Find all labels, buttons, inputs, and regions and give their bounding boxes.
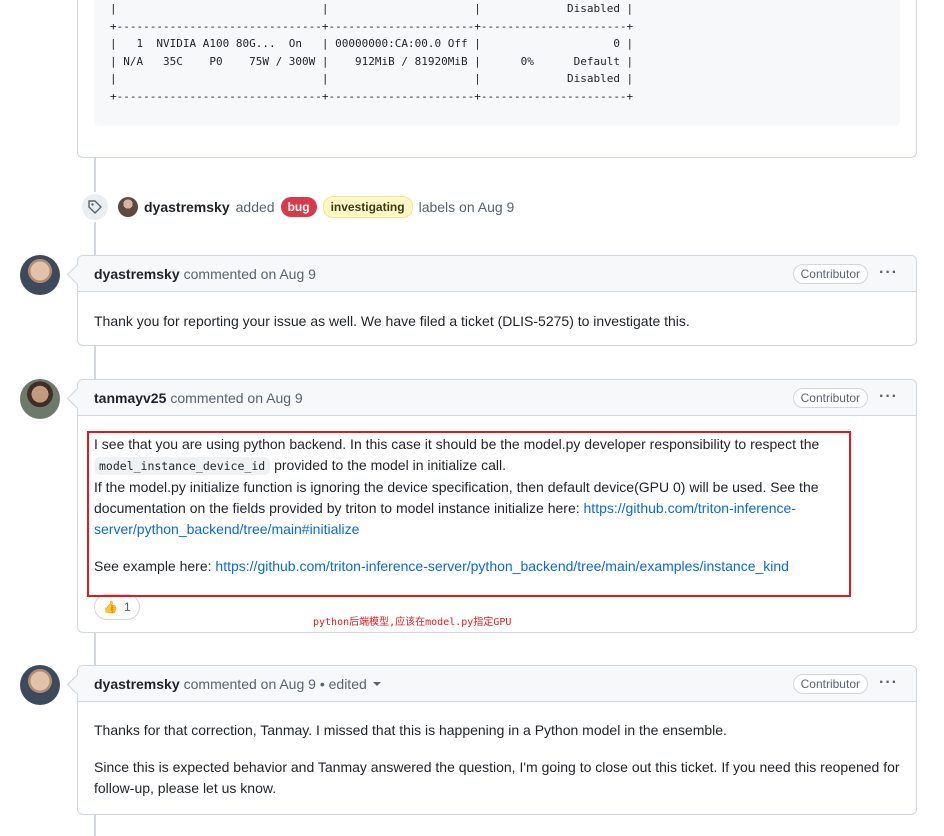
comment-header: dyastremsky commented on Aug 9 Contribut…	[78, 256, 916, 292]
comment-text: Thanks for that correction, Tanmay. I mi…	[94, 722, 727, 738]
thumbs-up-reaction-button[interactable]: 👍 1	[94, 594, 140, 620]
timeline-line	[94, 632, 96, 666]
kebab-menu-icon[interactable]: ···	[879, 672, 898, 694]
avatar[interactable]	[20, 255, 60, 295]
comment-author-link[interactable]: tanmayv25	[94, 390, 166, 406]
contributor-badge: Contributor	[792, 674, 868, 694]
event-action: added	[235, 199, 275, 215]
kebab-menu-icon[interactable]: ···	[879, 386, 898, 408]
comment-text: Since this is expected behavior and Tanm…	[94, 759, 900, 796]
comment-text: Thank you for reporting your issue as we…	[94, 313, 690, 329]
comment-header: tanmayv25 commented on Aug 9 Contributor…	[78, 380, 916, 416]
comment: dyastremsky commented on Aug 9 • edited …	[77, 665, 917, 815]
event-author-link[interactable]: dyastremsky	[144, 199, 230, 215]
comment-author-link[interactable]: dyastremsky	[94, 676, 180, 692]
avatar[interactable]	[20, 665, 60, 705]
highlight-box	[87, 431, 851, 597]
label-investigating[interactable]: investigating	[322, 196, 413, 218]
code-block: | | | Disabled | +----------------------…	[94, 0, 900, 126]
kebab-menu-icon[interactable]: ···	[879, 262, 898, 284]
timeline-line	[94, 814, 96, 836]
contributor-badge: Contributor	[792, 264, 868, 284]
event-suffix: labels on Aug 9	[418, 199, 515, 215]
comment-body: Thanks for that correction, Tanmay. I mi…	[78, 702, 916, 815]
label-bug[interactable]: bug	[280, 197, 317, 217]
issue-body-card: | | | Disabled | +----------------------…	[77, 0, 917, 158]
comment-body: Thank you for reporting your issue as we…	[78, 292, 916, 348]
annotation-text: python后端模型,应该在model.py指定GPU	[313, 617, 512, 628]
code-block-content: | | | Disabled | +----------------------…	[110, 2, 634, 103]
comment-timestamp[interactable]: commented on Aug 9	[184, 266, 316, 282]
avatar[interactable]	[20, 379, 60, 419]
chevron-down-icon[interactable]	[372, 681, 381, 686]
contributor-badge: Contributor	[792, 388, 868, 408]
reaction-count: 1	[123, 600, 131, 614]
thumbs-up-icon: 👍	[103, 600, 118, 614]
timeline-line	[94, 345, 96, 380]
comment-timestamp[interactable]: commented on Aug 9 • edited	[184, 676, 367, 692]
comment-author-link[interactable]: dyastremsky	[94, 266, 180, 282]
comment-header: dyastremsky commented on Aug 9 • edited …	[78, 666, 916, 702]
comment-timestamp[interactable]: commented on Aug 9	[170, 390, 302, 406]
label-event: dyastremsky added bug investigating labe…	[80, 192, 514, 222]
comment: dyastremsky commented on Aug 9 Contribut…	[77, 255, 917, 346]
avatar[interactable]	[118, 197, 138, 217]
tag-icon	[80, 192, 110, 222]
